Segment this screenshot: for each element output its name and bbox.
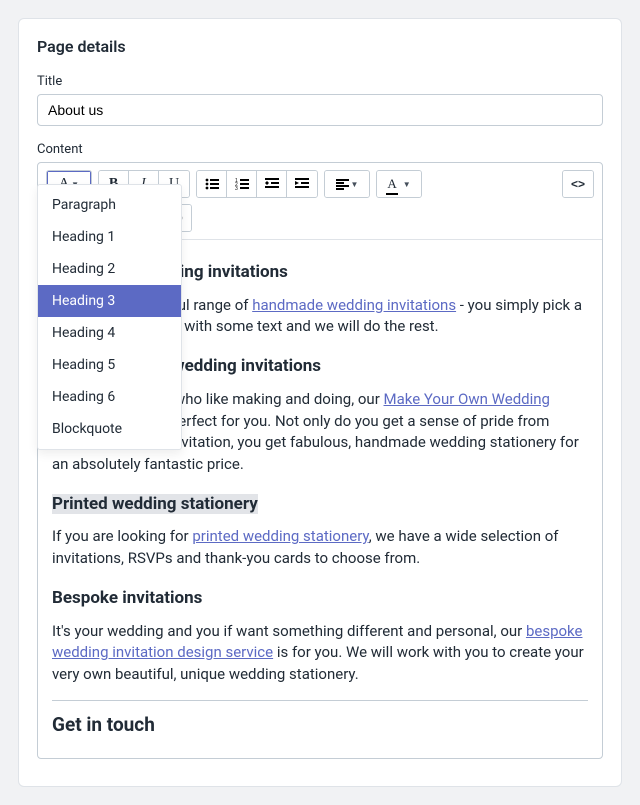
indent-icon [295, 178, 309, 190]
content-link[interactable]: printed wedding stationery [192, 527, 368, 545]
outdent-icon [265, 178, 279, 190]
content-heading-selected: Printed wedding stationery [52, 492, 588, 517]
dropdown-item-blockquote[interactable]: Blockquote [38, 413, 181, 445]
panel-title: Page details [37, 37, 603, 56]
page-details-panel: Page details Title Content A ▼ B I U [18, 18, 622, 787]
caret-down-icon: ▼ [403, 180, 411, 189]
content-heading: Bespoke invitations [52, 586, 588, 611]
content-editor: A ▼ B I U 123 [37, 162, 603, 759]
text-color-icon: A [387, 176, 396, 192]
html-button[interactable]: <> [563, 171, 593, 197]
content-heading-partial: Get in touch [52, 711, 588, 739]
format-dropdown-menu: Paragraph Heading 1 Heading 2 Heading 3 … [37, 184, 182, 450]
dropdown-item-heading5[interactable]: Heading 5 [38, 349, 181, 381]
content-paragraph: It's your wedding and you if want someth… [52, 621, 588, 686]
text-color-button[interactable]: A ▼ [377, 171, 421, 197]
content-paragraph: If you are looking for printed wedding s… [52, 526, 588, 570]
indent-button[interactable] [287, 171, 317, 197]
toolbar-wrap: A ▼ B I U 123 [38, 163, 602, 239]
content-label: Content [37, 142, 603, 157]
code-icon: <> [571, 177, 585, 191]
content-link[interactable]: handmade wedding invitations [252, 296, 456, 314]
dropdown-item-paragraph[interactable]: Paragraph [38, 189, 181, 221]
caret-down-icon: ▼ [351, 180, 359, 189]
title-input[interactable] [37, 94, 603, 126]
outdent-button[interactable] [257, 171, 287, 197]
bullet-list-button[interactable] [197, 171, 227, 197]
bullet-list-icon [205, 178, 219, 190]
dropdown-item-heading1[interactable]: Heading 1 [38, 221, 181, 253]
svg-text:3: 3 [235, 186, 238, 190]
dropdown-item-heading3[interactable]: Heading 3 [38, 285, 181, 317]
number-list-button[interactable]: 123 [227, 171, 257, 197]
dropdown-item-heading2[interactable]: Heading 2 [38, 253, 181, 285]
align-left-icon [336, 179, 349, 190]
dropdown-item-heading4[interactable]: Heading 4 [38, 317, 181, 349]
dropdown-item-heading6[interactable]: Heading 6 [38, 381, 181, 413]
number-list-icon: 123 [235, 178, 249, 190]
align-dropdown-button[interactable]: ▼ [325, 171, 369, 197]
title-label: Title [37, 74, 603, 89]
